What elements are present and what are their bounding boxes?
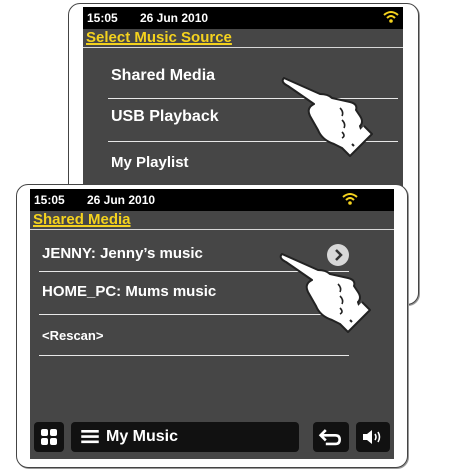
menu-item-label: Shared Media xyxy=(111,67,216,84)
status-time: 15:05 xyxy=(87,11,118,25)
volume-button[interactable] xyxy=(356,422,390,452)
pointing-hand-icon xyxy=(281,77,373,157)
page-title-text: Select Music Source xyxy=(86,29,232,46)
bottom-bar: My Music xyxy=(30,417,394,459)
status-date: 26 Jun 2010 xyxy=(87,193,156,207)
wifi-icon xyxy=(342,193,358,205)
status-bar: 15:05 26 Jun 2010 xyxy=(83,7,403,29)
my-music-menu-button[interactable]: My Music xyxy=(71,422,299,452)
pointing-hand-icon xyxy=(279,253,371,333)
status-time: 15:05 xyxy=(34,193,65,207)
menu-button-label: My Music xyxy=(106,428,179,445)
status-bar: 15:05 26 Jun 2010 xyxy=(30,189,394,211)
menu-item-label: HOME_PC: Mums music xyxy=(42,283,217,300)
page-title-text: Shared Media xyxy=(33,211,131,228)
menu-item-label: <Rescan> xyxy=(42,328,104,343)
status-date: 26 Jun 2010 xyxy=(140,11,209,25)
menu-item-label: My Playlist xyxy=(111,154,189,171)
back-button[interactable] xyxy=(313,422,349,452)
speaker-icon xyxy=(363,430,381,444)
wifi-icon xyxy=(383,11,399,23)
menu-item-label: JENNY: Jenny’s music xyxy=(42,245,203,262)
menu-item-label: USB Playback xyxy=(111,108,219,125)
list-icon xyxy=(81,430,99,444)
home-grid-button[interactable] xyxy=(34,422,64,452)
grid-icon xyxy=(41,429,57,445)
page-title: Shared Media xyxy=(30,211,394,230)
page-title: Select Music Source xyxy=(83,29,403,48)
back-icon xyxy=(318,429,341,446)
